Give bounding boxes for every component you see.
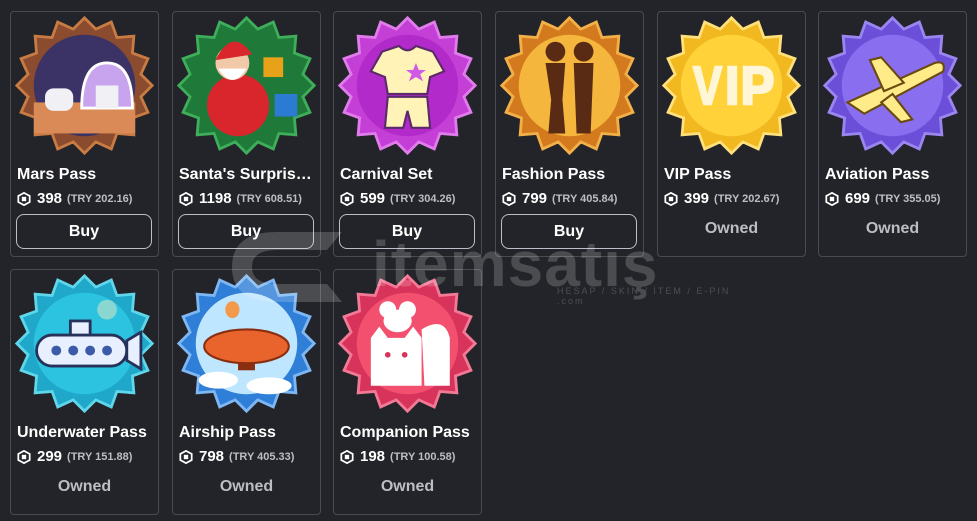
robux-amount: 798 [199, 448, 225, 465]
robux-icon [664, 191, 678, 206]
pass-price: 299 (TRY 151.88) [17, 448, 132, 465]
owned-label: Owned [380, 478, 435, 495]
robux-amount: 699 [845, 190, 871, 207]
robux-amount: 299 [37, 448, 63, 465]
pass-name: Aviation Pass [825, 166, 930, 183]
robux-icon [502, 191, 516, 206]
santa-icon[interactable] [176, 15, 317, 156]
pass-card-carnival: Carnival Set 599 (TRY 304.26) Buy [333, 11, 482, 257]
pass-card-fashion: Fashion Pass 799 (TRY 405.84) Buy [495, 11, 644, 257]
owned-label: Owned [57, 478, 112, 495]
robux-icon [340, 449, 354, 464]
local-price: (TRY 100.58) [390, 450, 456, 463]
robux-icon [17, 191, 31, 206]
pass-price: 1198 (TRY 608.51) [179, 190, 302, 207]
robux-amount: 398 [37, 190, 63, 207]
pass-price: 599 (TRY 304.26) [340, 190, 455, 207]
robux-icon [179, 191, 193, 206]
local-price: (TRY 151.88) [67, 450, 133, 463]
pass-price: 799 (TRY 405.84) [502, 190, 617, 207]
pass-price: 699 (TRY 355.05) [825, 190, 940, 207]
robux-amount: 399 [684, 190, 710, 207]
pass-card-companion: Companion Pass 198 (TRY 100.58) Owned [333, 269, 482, 515]
robux-amount: 1198 [199, 190, 232, 207]
pets-icon[interactable] [337, 273, 478, 414]
pass-name: Airship Pass [179, 424, 276, 441]
buy-button[interactable]: Buy [178, 214, 314, 249]
carnival-outfit-icon[interactable] [337, 15, 478, 156]
robux-amount: 198 [360, 448, 386, 465]
robux-icon [179, 449, 193, 464]
pass-card-airship: Airship Pass 798 (TRY 405.33) Owned [172, 269, 321, 515]
local-price: (TRY 355.05) [875, 192, 941, 205]
pass-card-santa: Santa's Surprise ... 1198 (TRY 608.51) B… [172, 11, 321, 257]
local-price: (TRY 304.26) [390, 192, 456, 205]
mars-dome-icon[interactable] [14, 15, 155, 156]
vip-badge-icon[interactable] [661, 15, 802, 156]
buy-button[interactable]: Buy [339, 214, 475, 249]
robux-icon [825, 191, 839, 206]
local-price: (TRY 202.16) [67, 192, 133, 205]
pass-name: Fashion Pass [502, 166, 606, 183]
pass-card-underwater: Underwater Pass 299 (TRY 151.88) Owned [10, 269, 159, 515]
submarine-icon[interactable] [14, 273, 155, 414]
pass-name: VIP Pass [664, 166, 732, 183]
pass-card-aviation: Aviation Pass 699 (TRY 355.05) Owned [818, 11, 967, 257]
owned-label: Owned [219, 478, 274, 495]
pass-price: 398 (TRY 202.16) [17, 190, 132, 207]
local-price: (TRY 608.51) [236, 192, 302, 205]
airplane-icon[interactable] [822, 15, 963, 156]
pass-card-vip: VIP Pass 399 (TRY 202.67) Owned [657, 11, 806, 257]
fashion-silhouette-icon[interactable] [499, 15, 640, 156]
pass-price: 798 (TRY 405.33) [179, 448, 294, 465]
pass-price: 198 (TRY 100.58) [340, 448, 455, 465]
buy-button[interactable]: Buy [16, 214, 152, 249]
robux-icon [340, 191, 354, 206]
buy-button[interactable]: Buy [501, 214, 637, 249]
owned-label: Owned [704, 220, 759, 237]
pass-price: 399 (TRY 202.67) [664, 190, 779, 207]
pass-name: Carnival Set [340, 166, 433, 183]
robux-icon [17, 449, 31, 464]
local-price: (TRY 405.33) [229, 450, 295, 463]
pass-card-mars: Mars Pass 398 (TRY 202.16) Buy [10, 11, 159, 257]
pass-name: Mars Pass [17, 166, 97, 183]
pass-name: Santa's Surprise ... [179, 166, 315, 183]
local-price: (TRY 202.67) [714, 192, 780, 205]
airship-icon[interactable] [176, 273, 317, 414]
pass-name: Companion Pass [340, 424, 470, 441]
local-price: (TRY 405.84) [552, 192, 618, 205]
robux-amount: 799 [522, 190, 548, 207]
robux-amount: 599 [360, 190, 386, 207]
pass-name: Underwater Pass [17, 424, 147, 441]
owned-label: Owned [865, 220, 920, 237]
watermark-subtext: HESAP / SKIN / İTEM / E-PIN .com [557, 286, 731, 306]
